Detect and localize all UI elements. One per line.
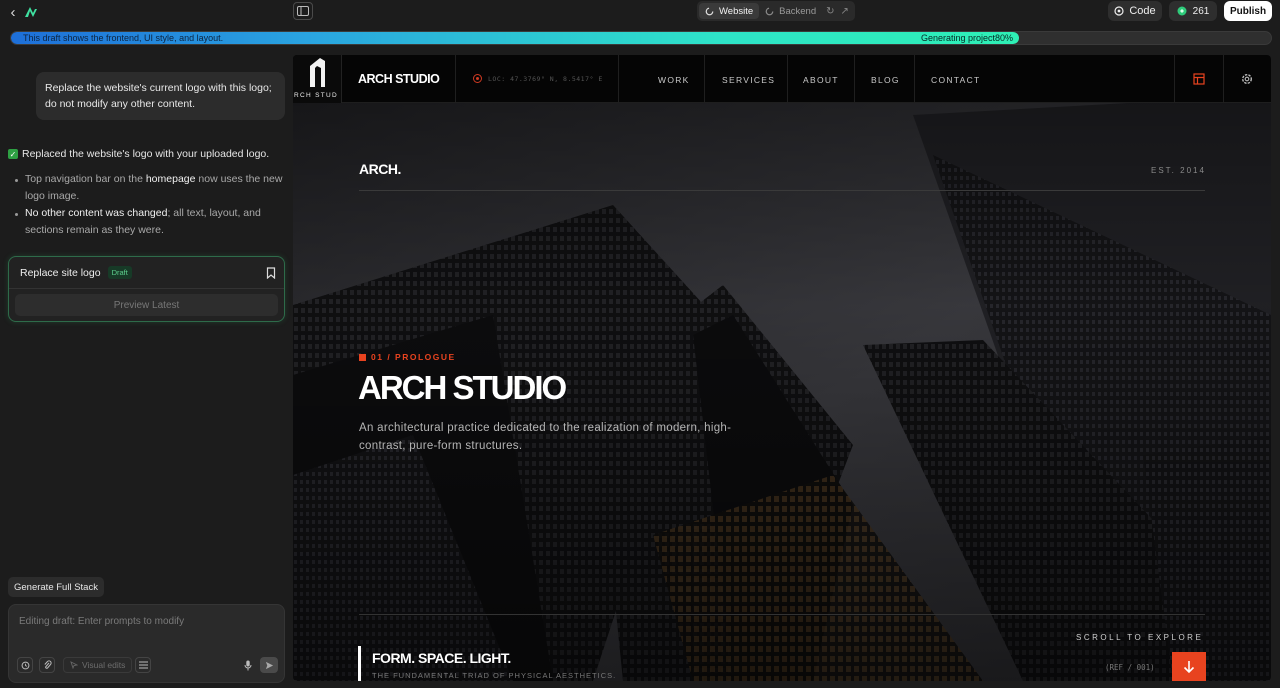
scroll-down-button[interactable] xyxy=(1172,652,1206,681)
hero-title: ARCH STUDIO xyxy=(358,369,567,406)
nav-link-work[interactable]: WORK xyxy=(658,75,690,85)
chat-panel: Replace the website's current logo with … xyxy=(0,50,292,688)
cursor-icon xyxy=(70,661,78,669)
visual-edits-button[interactable]: Visual edits xyxy=(63,657,133,673)
bullet-text: Top navigation bar on the xyxy=(25,173,146,185)
credits-badge[interactable]: 261 xyxy=(1169,1,1217,21)
card-title-text: Replace site logo xyxy=(20,266,101,279)
card-title: Replace site logo Draft xyxy=(20,266,132,279)
code-button[interactable]: Code xyxy=(1108,1,1162,21)
hero-subtitle: An architectural practice dedicated to t… xyxy=(359,422,732,452)
location-text: LOC: 47.3769° N, 8.5417° E xyxy=(488,74,603,83)
credits-count: 261 xyxy=(1192,5,1210,17)
divider xyxy=(854,55,855,103)
code-button-label: Code xyxy=(1129,5,1156,17)
layout-icon[interactable] xyxy=(1192,72,1206,86)
history-icon[interactable] xyxy=(17,657,33,673)
reply-bullets: Top navigation bar on the homepage now u… xyxy=(8,171,288,239)
nav-link-about[interactable]: ABOUT xyxy=(803,75,839,85)
loading-icon xyxy=(705,7,714,15)
reference-label: (REF / 001) xyxy=(1105,663,1155,672)
site-logo-lettering: RCH STUD xyxy=(294,92,338,99)
tab-backend-label: Backend xyxy=(779,5,817,17)
prompt-input[interactable]: Editing draft: Enter prompts to modify V… xyxy=(8,604,285,683)
scroll-hint: SCROLL TO EXPLORE xyxy=(1076,633,1204,642)
list-item: No other content was changed; all text, … xyxy=(15,205,288,239)
section-label-text: 01 / PROLOGUE xyxy=(371,352,456,362)
draft-badge: Draft xyxy=(107,266,132,279)
divider xyxy=(359,614,1205,615)
site-preview: RCH STUD ARCH STUDIO LOC: 47.3769° N, 8.… xyxy=(293,55,1271,681)
generate-full-stack-button[interactable]: Generate Full Stack xyxy=(8,577,104,597)
accent-bar xyxy=(358,646,361,681)
microphone-icon[interactable] xyxy=(241,657,255,673)
send-icon[interactable] xyxy=(260,657,278,673)
reply-title: ✓ Replaced the website's logo with your … xyxy=(8,148,288,160)
arrow-down-icon xyxy=(1183,660,1195,673)
list-icon[interactable] xyxy=(135,657,151,673)
divider xyxy=(9,288,284,289)
visual-edits-label: Visual edits xyxy=(82,660,126,670)
site-logo-image[interactable]: RCH STUD xyxy=(293,55,342,103)
accent-square-icon xyxy=(359,353,366,361)
list-item: Top navigation bar on the homepage now u… xyxy=(15,171,288,205)
generation-progress-bar: This draft shows the frontend, UI style,… xyxy=(10,31,1272,45)
divider xyxy=(1223,55,1224,103)
bullet-bold: No other content was changed xyxy=(25,207,168,219)
reply-title-text: Replaced the website's logo with your up… xyxy=(22,148,270,160)
eye-icon xyxy=(1114,6,1124,16)
location-readout: LOC: 47.3769° N, 8.5417° E xyxy=(473,74,603,83)
user-message: Replace the website's current logo with … xyxy=(36,72,285,120)
triad-title: FORM. SPACE. LIGHT. xyxy=(372,650,511,666)
change-card: Replace site logo Draft Preview Latest xyxy=(8,256,285,322)
assistant-reply: ✓ Replaced the website's logo with your … xyxy=(8,148,288,239)
progress-status: Generating project80% xyxy=(920,33,1013,43)
sidebar-toggle-icon[interactable] xyxy=(293,2,313,20)
divider xyxy=(704,55,705,103)
preview-latest-button[interactable]: Preview Latest xyxy=(15,294,278,316)
progress-message: This draft shows the frontend, UI style,… xyxy=(23,33,224,43)
prompt-placeholder: Editing draft: Enter prompts to modify xyxy=(19,616,185,627)
bookmark-icon[interactable] xyxy=(266,266,276,280)
publish-button[interactable]: Publish xyxy=(1224,1,1272,21)
top-bar: ‹ Website Backend ↻ ↗ Code 261 Publish xyxy=(0,0,1280,24)
nav-link-services[interactable]: SERVICES xyxy=(722,75,775,85)
gem-icon xyxy=(1177,6,1187,16)
divider xyxy=(455,55,456,103)
site-brand[interactable]: ARCH STUDIO xyxy=(358,72,440,86)
divider xyxy=(1174,55,1175,103)
triad-subtitle: THE FUNDAMENTAL TRIAD OF PHYSICAL AESTHE… xyxy=(372,671,617,680)
hero-background-image xyxy=(293,55,1271,681)
divider xyxy=(359,190,1205,191)
view-switcher: Website Backend ↻ ↗ xyxy=(697,1,855,21)
bullet-bold: homepage xyxy=(145,173,196,185)
check-icon: ✓ xyxy=(8,149,18,159)
hero-wordmark: ARCH. xyxy=(359,161,401,177)
tab-website[interactable]: Website xyxy=(699,3,760,19)
site-navbar: RCH STUD ARCH STUDIO LOC: 47.3769° N, 8.… xyxy=(293,55,1271,103)
app-logo-icon[interactable] xyxy=(23,4,39,20)
target-icon xyxy=(473,74,482,83)
divider xyxy=(787,55,788,103)
back-chevron-icon[interactable]: ‹ xyxy=(6,3,20,21)
settings-icon[interactable] xyxy=(1240,72,1254,86)
nav-link-blog[interactable]: BLOG xyxy=(871,75,900,85)
established-label: EST. 2014 xyxy=(1151,166,1206,175)
open-external-icon[interactable]: ↗ xyxy=(839,6,853,17)
refresh-icon[interactable]: ↻ xyxy=(822,6,838,17)
divider xyxy=(914,55,915,103)
tab-website-label: Website xyxy=(719,5,754,17)
nav-link-contact[interactable]: CONTACT xyxy=(931,75,981,85)
section-label: 01 / PROLOGUE xyxy=(359,352,456,362)
divider xyxy=(618,55,619,103)
tab-backend[interactable]: Backend xyxy=(759,3,822,19)
loading-icon xyxy=(765,7,774,15)
attach-icon[interactable] xyxy=(39,657,55,673)
